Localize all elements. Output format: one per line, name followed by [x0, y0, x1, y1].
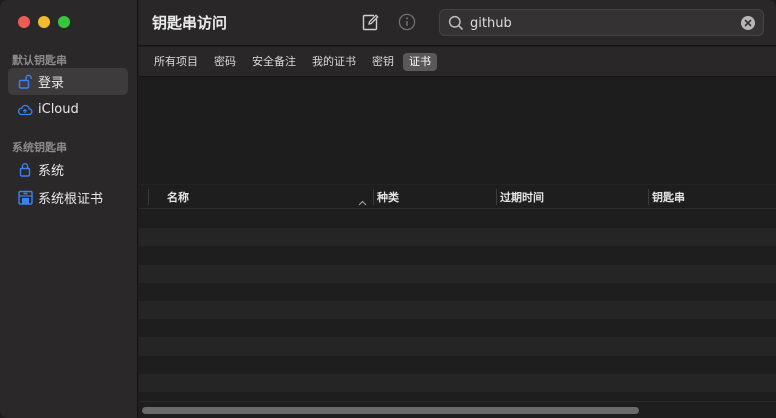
table-row	[139, 264, 776, 283]
sidebar: 默认钥匙串 登录 iCloud 系统钥匙串 系统 系统根证书	[0, 0, 138, 418]
tab-my-certificates[interactable]: 我的证书	[306, 53, 362, 71]
search-input[interactable]	[470, 14, 730, 32]
minimize-window-button[interactable]	[38, 16, 50, 28]
table-row	[139, 228, 776, 247]
tab-passwords[interactable]: 密码	[208, 53, 242, 71]
cabinet-icon	[17, 190, 33, 206]
window-controls	[18, 16, 70, 28]
column-divider	[496, 189, 497, 205]
column-header-keychain[interactable]: 钥匙串	[652, 189, 685, 205]
table-row	[139, 373, 776, 392]
table-header: 名称 种类 过期时间 钥匙串	[139, 184, 776, 209]
search-icon	[448, 15, 464, 35]
sidebar-item-label: 系统	[38, 164, 65, 179]
column-divider	[648, 189, 649, 205]
sidebar-item-system-roots[interactable]: 系统根证书	[8, 184, 128, 211]
unlock-icon	[17, 74, 33, 90]
tab-all-items[interactable]: 所有项目	[148, 53, 204, 71]
column-header-kind[interactable]: 种类	[377, 189, 399, 205]
table-row	[139, 282, 776, 301]
horizontal-scrollbar[interactable]	[139, 401, 776, 418]
compose-icon[interactable]	[360, 12, 380, 32]
section-default-keychains: 默认钥匙串	[12, 54, 67, 67]
lock-icon	[17, 162, 33, 178]
tab-secure-notes[interactable]: 安全备注	[246, 53, 302, 71]
zoom-window-button[interactable]	[58, 16, 70, 28]
table-row	[139, 337, 776, 356]
sidebar-item-icloud[interactable]: iCloud	[8, 96, 128, 123]
section-system-keychains: 系统钥匙串	[12, 141, 67, 154]
search-field[interactable]	[439, 9, 764, 36]
tab-certificates[interactable]: 证书	[403, 53, 437, 71]
keychain-window: 默认钥匙串 登录 iCloud 系统钥匙串 系统 系统根证书 钥匙串访问 git…	[0, 0, 776, 418]
table-row	[139, 210, 776, 229]
close-window-button[interactable]	[18, 16, 30, 28]
sort-ascending-icon	[358, 191, 367, 210]
tab-keys[interactable]: 密钥	[366, 53, 400, 71]
info-icon[interactable]	[397, 12, 417, 32]
column-header-name[interactable]: 名称	[167, 189, 189, 205]
column-divider	[373, 189, 374, 205]
window-title: 钥匙串访问	[152, 14, 228, 32]
cloud-icon	[17, 102, 33, 118]
toolbar: 钥匙串访问	[139, 0, 776, 46]
sidebar-item-login[interactable]: 登录	[8, 68, 128, 95]
item-preview-area	[139, 77, 776, 184]
table-row	[139, 355, 776, 374]
items-table-body	[139, 210, 776, 400]
table-row	[139, 391, 776, 400]
sidebar-item-system[interactable]: 系统	[8, 156, 128, 183]
clear-icon[interactable]	[741, 16, 755, 30]
scrollbar-thumb[interactable]	[142, 407, 639, 414]
table-row	[139, 246, 776, 265]
table-row	[139, 319, 776, 338]
column-divider	[148, 189, 149, 205]
sidebar-item-label: 登录	[38, 76, 65, 91]
sidebar-item-label: iCloud	[38, 102, 79, 117]
category-tabs: 所有项目 密码 安全备注 我的证书 密钥 证书	[139, 47, 776, 77]
table-row	[139, 300, 776, 320]
sidebar-item-label: 系统根证书	[38, 192, 104, 207]
column-header-expires[interactable]: 过期时间	[500, 189, 544, 205]
